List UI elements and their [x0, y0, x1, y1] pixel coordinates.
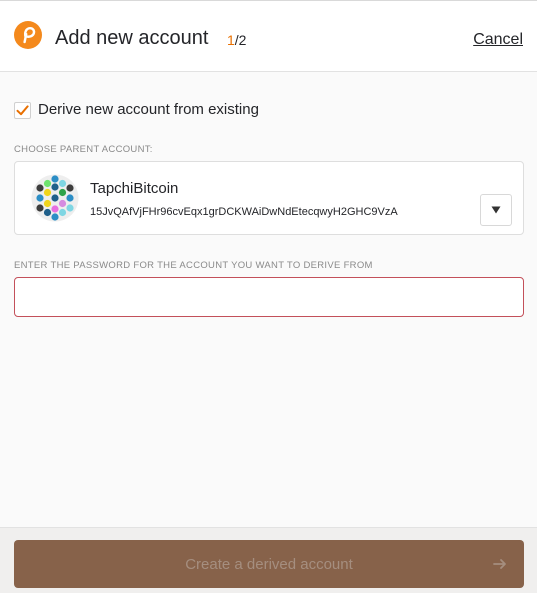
footer: Create a derived account	[0, 527, 537, 593]
create-derived-account-button[interactable]: Create a derived account	[14, 540, 524, 588]
parent-account-label: CHOOSE PARENT ACCOUNT:	[14, 144, 153, 155]
polkadot-logo-icon	[14, 21, 42, 49]
parent-account-name: TapchiBitcoin	[90, 180, 179, 197]
derive-checkbox[interactable]	[14, 101, 31, 119]
password-input[interactable]	[14, 277, 524, 317]
parent-account-selector[interactable]: TapchiBitcoin 15JvQAfVjFHr96cvEqx1grDCKW…	[14, 161, 524, 235]
step-indicator: 1/2	[227, 32, 246, 48]
header: Add new account 1/2 Cancel	[0, 1, 537, 72]
derive-checkbox-row[interactable]: Derive new account from existing	[14, 101, 259, 119]
check-icon	[16, 104, 29, 115]
main-content: Derive new account from existing CHOOSE …	[0, 72, 537, 527]
arrow-right-icon	[493, 559, 506, 569]
cancel-link[interactable]: Cancel	[473, 30, 523, 50]
parent-account-address: 15JvQAfVjFHr96cvEqx1grDCKWAiDwNdEtecqwyH…	[90, 206, 398, 218]
step-current: 1	[227, 32, 235, 48]
derive-checkbox-label: Derive new account from existing	[38, 101, 259, 118]
triangle-down-icon	[491, 206, 501, 214]
step-total: /2	[234, 32, 247, 48]
page-title: Add new account	[55, 27, 209, 49]
account-dropdown-button[interactable]	[480, 194, 512, 226]
create-derived-account-label: Create a derived account	[185, 555, 353, 573]
password-label: ENTER THE PASSWORD FOR THE ACCOUNT YOU W…	[14, 260, 373, 271]
identicon-icon	[31, 174, 79, 222]
